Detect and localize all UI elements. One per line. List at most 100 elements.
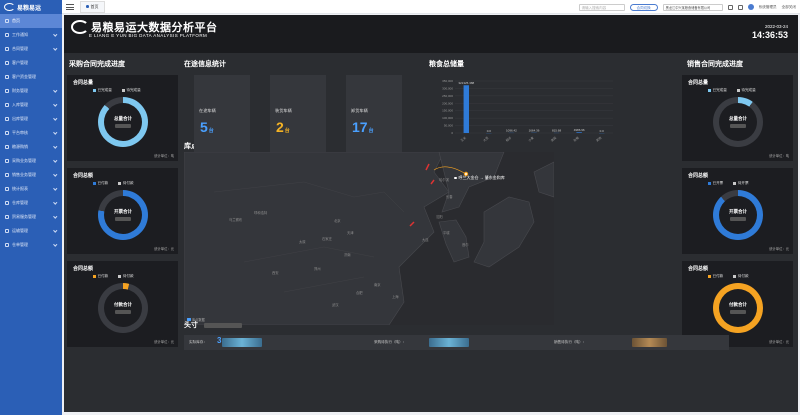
- sidebar-item-14[interactable]: 贸易服务管理: [0, 210, 62, 224]
- legend-item-done[interactable]: 已付款: [93, 274, 108, 279]
- sidebar-item-label: 仓单管理: [12, 242, 28, 247]
- menu-icon: [5, 103, 9, 107]
- legend-item-done[interactable]: 已完成量: [93, 88, 112, 93]
- menu-icon: [5, 229, 9, 233]
- route-label[interactable]: 呼兰大金仓 → 肇东金和库: [454, 175, 505, 181]
- legend-item-pending[interactable]: 待完成量: [121, 88, 141, 93]
- sidebar-item-9[interactable]: 粮源购销: [0, 140, 62, 154]
- menu-icon: [5, 47, 9, 51]
- legend-item-done[interactable]: 已完成量: [708, 88, 727, 93]
- sidebar-item-6[interactable]: 入库管理: [0, 98, 62, 112]
- current-date: 2022-03-24: [764, 24, 788, 29]
- city-label: 上海: [392, 295, 399, 299]
- sidebar-item-5[interactable]: 财务管理: [0, 84, 62, 98]
- city-label: 合肥: [356, 291, 363, 295]
- city-label: 呼和浩特: [254, 211, 268, 215]
- city-label: 长春: [446, 195, 453, 199]
- legend-item-pending[interactable]: 待完成量: [736, 88, 756, 93]
- menu-icon: [5, 61, 9, 65]
- y-tick-label: 350,000: [442, 79, 453, 83]
- menu-toggle-icon[interactable]: [66, 3, 74, 10]
- left-cards-card: 合同总额 已付款 待付款 开票合计 统计单位：元: [67, 168, 178, 254]
- sidebar-item-label: 工作通知: [12, 32, 28, 37]
- city-label: 西安: [272, 271, 279, 275]
- storage-section-title: 粮食总储量: [429, 61, 464, 68]
- purchase-section-title: 采购合同完成进度: [69, 61, 125, 68]
- sidebar-item-3[interactable]: 客户管理: [0, 56, 62, 70]
- sidebar-item-label: 统计报表: [12, 186, 28, 191]
- bar[interactable]: [463, 85, 469, 133]
- ring-label: 付款合计: [729, 302, 747, 308]
- head-section-title: 头寸: [184, 320, 242, 330]
- bar[interactable]: [576, 132, 582, 133]
- ring-center: 总量合计: [104, 103, 142, 141]
- sidebar-item-2[interactable]: 合同管理: [0, 42, 62, 56]
- bar-value-label: 0.0: [487, 129, 492, 133]
- chevron-down-icon: [52, 46, 57, 51]
- search-input[interactable]: 请输入搜索内容: [578, 3, 625, 11]
- sidebar-item-8[interactable]: 平台审核: [0, 126, 62, 140]
- unit-label: 统计单位：吨: [769, 154, 789, 158]
- bar-value-label: 1096.42: [506, 129, 517, 133]
- sidebar-item-4[interactable]: 客户资金管理: [0, 70, 62, 84]
- x-tick-label: 其他: [595, 135, 603, 143]
- sidebar-item-1[interactable]: 工作通知: [0, 28, 62, 42]
- avatar[interactable]: [747, 4, 754, 10]
- menu-icon: [5, 75, 9, 79]
- y-tick-label: 50,000: [444, 124, 454, 128]
- sidebar-item-12[interactable]: 统计报表: [0, 182, 62, 196]
- active-dot-icon: [86, 5, 89, 8]
- left-cards-card: 合同总额 已付款 待付款 付款合计 统计单位：元: [67, 261, 178, 347]
- ring-value-blurred: [115, 217, 131, 221]
- sidebar-item-10[interactable]: 采购业务管理: [0, 154, 62, 168]
- legend-item-done[interactable]: 已付款: [708, 274, 723, 279]
- dashboard-header: 易粮易运大数据分析平台 E LIANG E YUN BIG DATA ANALY…: [64, 15, 798, 53]
- menu-icon: [5, 131, 9, 135]
- card-title: 合同总量: [73, 80, 94, 86]
- legend-item-done[interactable]: 已付款: [93, 181, 108, 186]
- route-text: 呼兰大金仓 → 肇东金和库: [458, 175, 505, 180]
- legend-item-pending[interactable]: 待付款: [733, 274, 749, 279]
- ring-label: 开票合计: [729, 209, 747, 215]
- sidebar-item-7[interactable]: 出库管理: [0, 112, 62, 126]
- legend-item-done[interactable]: 已开票: [708, 181, 723, 186]
- dashboard-screen: 易粮易运大数据分析平台 E LIANG E YUN BIG DATA ANALY…: [64, 15, 798, 412]
- distribution-map[interactable]: 哈尔滨 乌兰察布 呼和浩特 北京 天津 石家庄 太原 济南 郑州 西安 沈阳 大连 长春 首尔 平壤 南京 合肥…: [184, 152, 554, 325]
- card-legend: 已付款 待付款: [708, 274, 749, 279]
- ring-label: 总量合计: [729, 116, 747, 122]
- bar-value-label: 321325.388: [458, 81, 474, 85]
- close-all-button[interactable]: 全部关闭: [782, 5, 796, 10]
- actual-stock-label: 实际库存：: [189, 340, 207, 344]
- unit-label: 统计单位：元: [769, 247, 789, 251]
- user-name[interactable]: 系统管理员: [759, 5, 777, 10]
- bar-value-label: 4986.96: [574, 128, 585, 132]
- logo-text: 易粮易运: [17, 5, 42, 12]
- legend-item-pending[interactable]: 待付款: [118, 181, 134, 186]
- top-bar: 首页 请输入搜索内容 合同切换 黑龙江中兴某粮食储备有限公司 系统管理员 全部关…: [62, 0, 800, 14]
- unit-label: 统计单位：吨: [154, 154, 174, 158]
- sidebar-item-11[interactable]: 销售业务管理: [0, 168, 62, 182]
- sidebar-item-0[interactable]: 首页: [0, 14, 62, 28]
- fullscreen-icon[interactable]: [727, 4, 733, 10]
- sidebar-item-13[interactable]: 仓库管理: [0, 196, 62, 210]
- purchase-pending-value-blurred: [429, 338, 469, 347]
- sidebar-item-label: 销售业务管理: [12, 172, 36, 177]
- card-title: 合同总额: [73, 266, 94, 272]
- ring-value-blurred: [730, 217, 746, 221]
- tab-home[interactable]: 首页: [80, 0, 105, 13]
- expand-icon[interactable]: [737, 4, 743, 10]
- card-legend: 已付款 待付款: [93, 274, 134, 279]
- sidebar-item-16[interactable]: 仓单管理: [0, 238, 62, 252]
- menu-icon: [5, 243, 9, 247]
- storage-bar-chart: 350,000 300,000 250,000 200,000 150,000 100,0…: [442, 79, 613, 143]
- head-total-blurred: [203, 322, 242, 328]
- route-dot-icon: [454, 176, 457, 180]
- company-select[interactable]: 黑龙江中兴某粮食储备有限公司: [662, 3, 723, 11]
- legend-item-pending[interactable]: 待开票: [733, 181, 749, 186]
- legend-item-pending[interactable]: 待付款: [118, 274, 134, 279]
- sidebar-item-15[interactable]: 运输管理: [0, 224, 62, 238]
- app-logo[interactable]: 易粮易运: [0, 0, 62, 14]
- switch-contract-button[interactable]: 合同切换: [629, 3, 658, 11]
- menu-icon: [5, 145, 9, 149]
- chevron-down-icon: [52, 158, 57, 163]
